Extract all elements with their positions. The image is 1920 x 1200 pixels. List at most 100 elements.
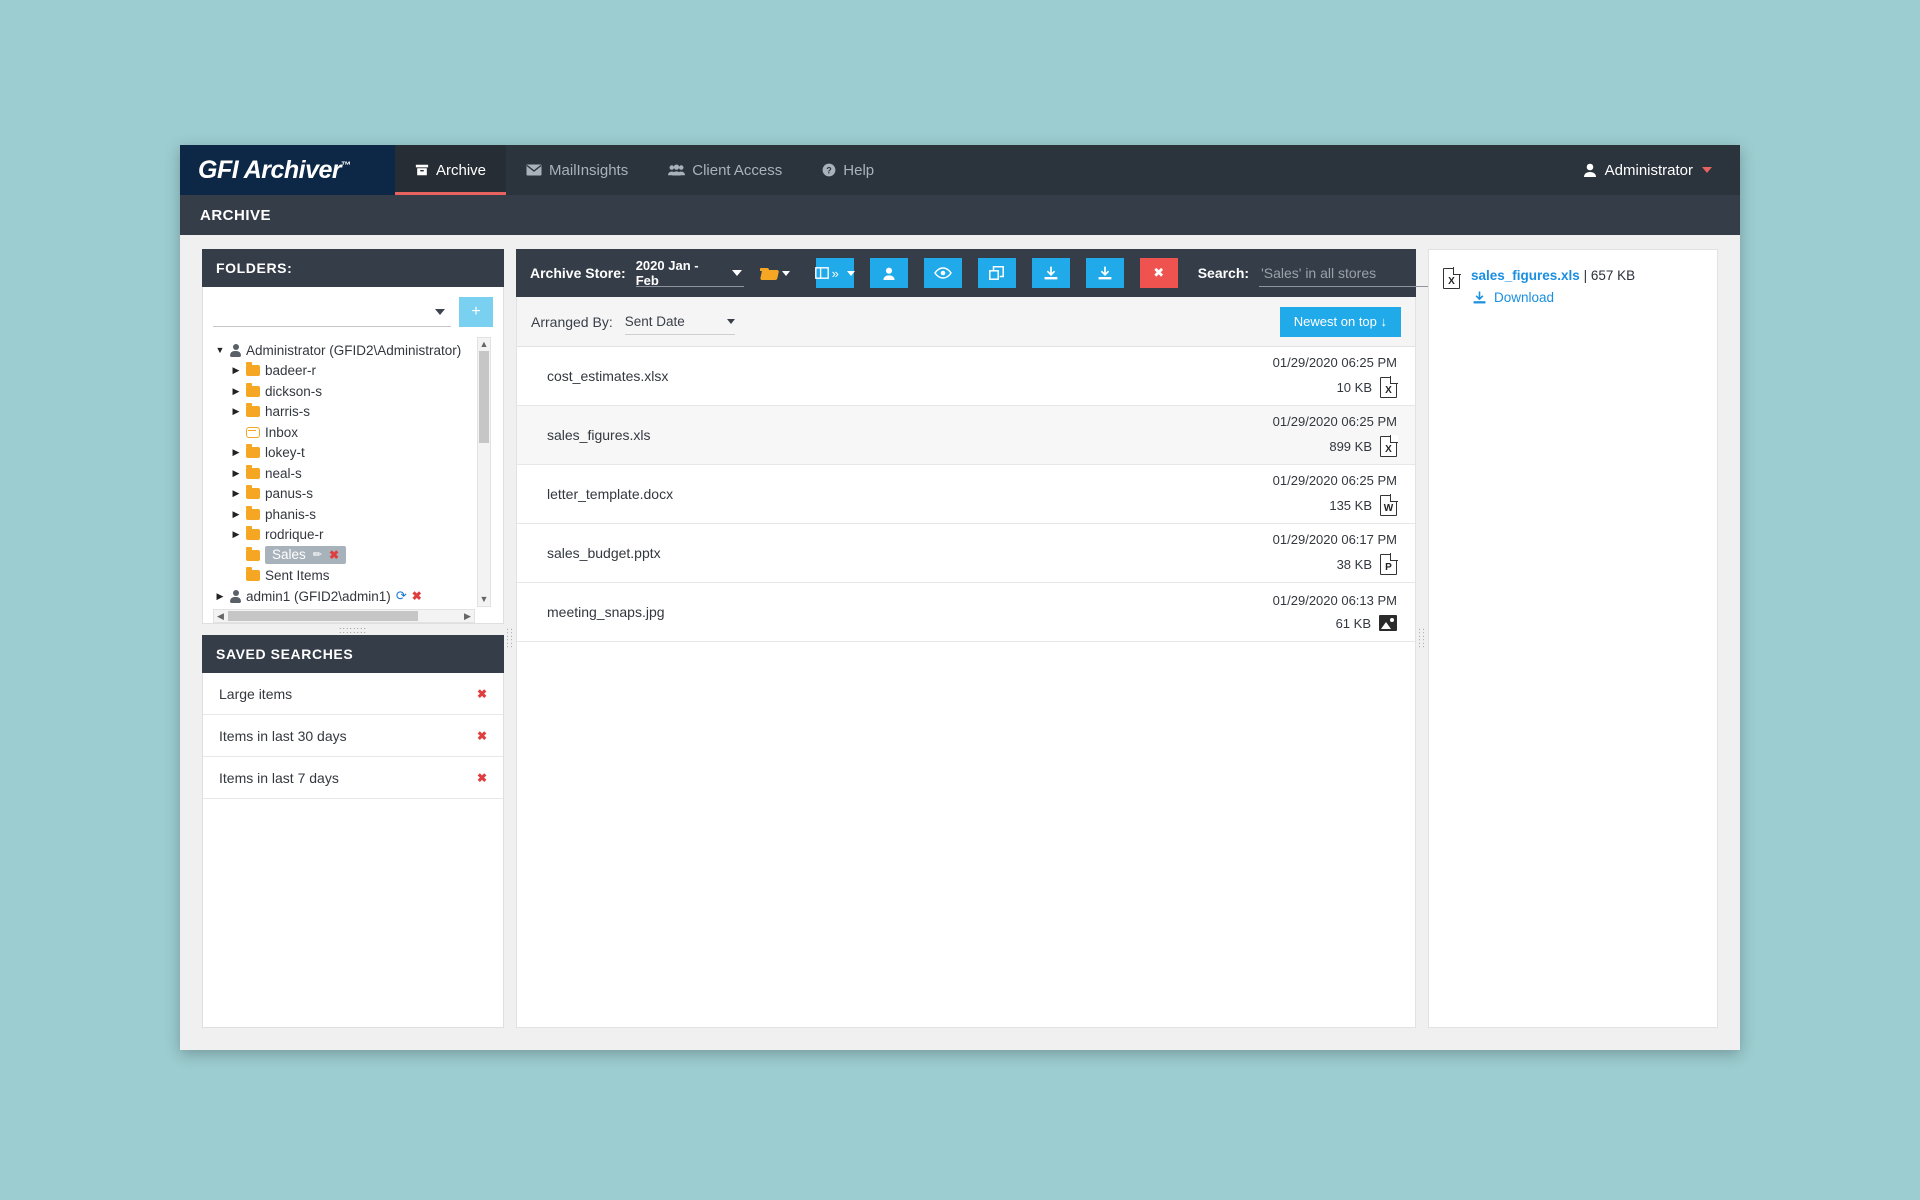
attachment-link[interactable]: sales_figures.xls <box>1471 268 1580 283</box>
file-size-row: 135 KB W <box>1329 493 1398 516</box>
splitter-dots-icon: :::::: <box>1417 627 1427 649</box>
left-sidebar: FOLDERS: + ▼ Administrator (GFID2\Admini… <box>202 249 504 1028</box>
vertical-scroll-thumb[interactable] <box>479 351 489 443</box>
view-layout-glyph: » <box>831 265 839 281</box>
splitter-right[interactable]: :::::: <box>1416 249 1428 1028</box>
saved-search-label: Items in last 7 days <box>219 769 339 786</box>
excel-file-icon: X <box>1380 375 1398 398</box>
top-navigation-bar: GFI Archiver™ Archive MailInsights Clien… <box>180 145 1740 195</box>
folder-icon <box>246 567 260 582</box>
horizontal-scroll-thumb[interactable] <box>228 611 418 621</box>
delete-account-icon[interactable]: ✖ <box>412 589 422 603</box>
tree-toggle-icon[interactable]: ▶ <box>231 406 241 417</box>
folder-picker-button[interactable] <box>759 267 790 280</box>
tree-item-label: Sent Items <box>265 568 330 584</box>
download-button[interactable] <box>1031 258 1070 288</box>
delete-saved-search-icon[interactable]: ✖ <box>477 729 487 743</box>
user-menu[interactable]: Administrator <box>1574 145 1740 195</box>
tree-item-neal-s[interactable]: ▶ neal-s <box>213 463 475 484</box>
download-label: Download <box>1494 290 1555 305</box>
table-row[interactable]: letter_template.docx 01/29/2020 06:25 PM… <box>517 465 1415 524</box>
tree-item-harris-s[interactable]: ▶ harris-s <box>213 402 475 423</box>
file-meta: 01/29/2020 06:17 PM 38 KB P <box>1273 532 1398 575</box>
file-size-row: 61 KB <box>1336 615 1397 631</box>
archive-store-select[interactable]: 2020 Jan - Feb <box>635 258 744 288</box>
sort-order-button[interactable]: Newest on top ↓ <box>1279 306 1401 337</box>
chevron-down-icon[interactable] <box>1702 167 1712 173</box>
saved-search-item-large-items[interactable]: Large items ✖ <box>203 673 503 715</box>
tree-toggle-icon[interactable]: ▶ <box>231 365 241 376</box>
file-date: 01/29/2020 06:13 PM <box>1272 593 1397 608</box>
arrange-bar: Arranged By: Sent Date Newest on top ↓ <box>516 297 1416 347</box>
file-name: meeting_snaps.jpg <box>547 604 665 620</box>
table-row[interactable]: meeting_snaps.jpg 01/29/2020 06:13 PM 61… <box>517 583 1415 642</box>
excel-file-icon: X <box>1443 267 1461 289</box>
delete-saved-search-icon[interactable]: ✖ <box>477 771 487 785</box>
saved-search-item-last-30-days[interactable]: Items in last 30 days ✖ <box>203 715 503 757</box>
saved-search-item-last-7-days[interactable]: Items in last 7 days ✖ <box>203 757 503 799</box>
nav-item-mailinsights[interactable]: MailInsights <box>506 145 648 195</box>
tree-item-label: Sales <box>272 547 306 563</box>
panel-resize-handle-horizontal[interactable]: :::::::: <box>202 624 504 635</box>
tree-item-sent-items[interactable]: Sent Items <box>213 566 475 587</box>
tree-item-admin1[interactable]: ▶ admin1 (GFID2\admin1) ⟳ ✖ <box>213 586 475 607</box>
archive-store-label: Archive Store: <box>530 265 626 281</box>
tree-toggle-icon[interactable]: ▶ <box>231 529 241 540</box>
scroll-up-icon[interactable]: ▲ <box>478 338 490 351</box>
scroll-right-icon[interactable]: ▶ <box>461 611 474 622</box>
word-file-icon: W <box>1380 493 1398 516</box>
scroll-down-icon[interactable]: ▼ <box>478 593 490 606</box>
tree-item-inbox[interactable]: Inbox <box>213 422 475 443</box>
powerpoint-file-icon: P <box>1380 552 1398 575</box>
tree-item-dickson-s[interactable]: ▶ dickson-s <box>213 381 475 402</box>
folder-tree-vertical-scrollbar[interactable]: ▲ ▼ <box>477 337 491 607</box>
export-button[interactable] <box>1085 258 1124 288</box>
tree-toggle-icon[interactable]: ▶ <box>231 447 241 458</box>
nav-item-help[interactable]: ? Help <box>802 145 894 195</box>
delete-folder-icon[interactable]: ✖ <box>329 548 339 562</box>
tree-toggle-icon[interactable]: ▶ <box>231 386 241 397</box>
app-logo-text: GFI Archiver™ <box>198 156 351 185</box>
refresh-account-icon[interactable]: ⟳ <box>396 588 407 604</box>
tree-toggle-icon[interactable]: ▼ <box>215 345 225 355</box>
splitter-left[interactable]: :::::: <box>504 249 516 1028</box>
nav-item-client-access[interactable]: Client Access <box>648 145 802 195</box>
logo-gfi: GFI <box>198 155 239 184</box>
folder-select-dropdown[interactable] <box>213 297 451 327</box>
folder-tree-horizontal-scrollbar[interactable]: ◀ ▶ <box>213 609 475 623</box>
tree-item-rodrique-r[interactable]: ▶ rodrique-r <box>213 525 475 546</box>
tree-item-badeer-r[interactable]: ▶ badeer-r <box>213 361 475 382</box>
preview-panel: X sales_figures.xls | 657 KB Download <box>1428 249 1718 1028</box>
center-panel: Archive Store: 2020 Jan - Feb » ✖ Search… <box>516 249 1553 1028</box>
preview-button[interactable] <box>923 258 962 288</box>
add-folder-button[interactable]: + <box>459 297 493 327</box>
table-row[interactable]: cost_estimates.xlsx 01/29/2020 06:25 PM … <box>517 347 1415 406</box>
nav-item-archive[interactable]: Archive <box>395 145 507 195</box>
tree-item-label: lokey-t <box>265 445 305 461</box>
tree-item-phanis-s[interactable]: ▶ phanis-s <box>213 504 475 525</box>
attachment-details: sales_figures.xls | 657 KB Download <box>1471 268 1635 305</box>
tree-item-sales[interactable]: Sales ✏ ✖ <box>213 545 475 566</box>
tree-item-lokey-t[interactable]: ▶ lokey-t <box>213 443 475 464</box>
tree-toggle-icon[interactable]: ▶ <box>231 468 241 479</box>
table-row[interactable]: sales_figures.xls 01/29/2020 06:25 PM 89… <box>517 406 1415 465</box>
download-link[interactable]: Download <box>1471 290 1635 305</box>
arranged-by-select[interactable]: Sent Date <box>624 308 735 335</box>
saved-searches-body: Large items ✖ Items in last 30 days ✖ It… <box>202 673 504 1028</box>
table-row[interactable]: sales_budget.pptx 01/29/2020 06:17 PM 38… <box>517 524 1415 583</box>
view-layout-button[interactable]: » <box>814 258 855 288</box>
edit-folder-icon[interactable]: ✏ <box>313 548 322 561</box>
scroll-left-icon[interactable]: ◀ <box>214 611 227 622</box>
tree-toggle-icon[interactable]: ▶ <box>215 591 225 602</box>
folder-tree-wrapper: ▼ Administrator (GFID2\Administrator) ▶ … <box>213 337 493 623</box>
tree-toggle-icon[interactable]: ▶ <box>231 509 241 520</box>
saved-search-label: Large items <box>219 685 293 702</box>
copy-button[interactable] <box>977 258 1016 288</box>
tree-item-panus-s[interactable]: ▶ panus-s <box>213 484 475 505</box>
delete-button[interactable]: ✖ <box>1139 258 1178 288</box>
assign-user-button[interactable] <box>869 258 908 288</box>
delete-saved-search-icon[interactable]: ✖ <box>477 687 487 701</box>
file-meta: 01/29/2020 06:25 PM 135 KB W <box>1273 473 1398 516</box>
tree-toggle-icon[interactable]: ▶ <box>231 488 241 499</box>
tree-item-administrator[interactable]: ▼ Administrator (GFID2\Administrator) <box>213 340 475 361</box>
